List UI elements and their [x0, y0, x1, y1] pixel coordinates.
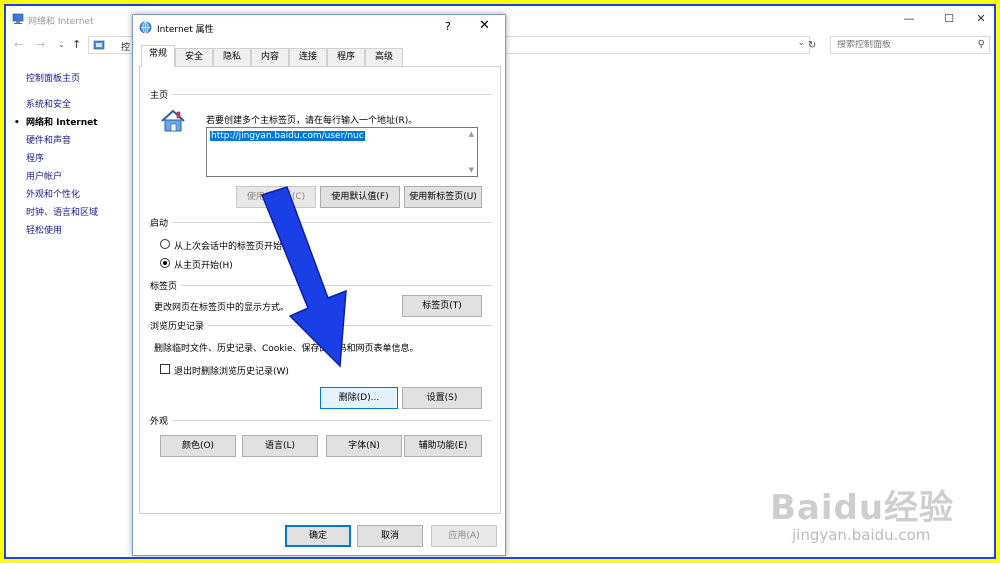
cancel-button[interactable]: 取消 — [357, 525, 423, 547]
address-text: 控 — [121, 43, 131, 53]
use-default-button[interactable]: 使用默认值(F) — [320, 186, 400, 208]
home-page-url-value: http://jingyan.baidu.com/user/nuc — [210, 131, 365, 141]
use-new-tab-button[interactable]: 使用新标签页(U) — [404, 186, 482, 208]
delete-history-on-exit-label[interactable]: 退出时删除浏览历史记录(W) — [174, 364, 289, 377]
dialog-title: Internet 属性 — [157, 25, 214, 35]
control-panel-icon — [93, 40, 105, 50]
history-section-label: 浏览历史记录 — [150, 319, 209, 332]
sidebar-item-ease-of-access[interactable]: 轻松使用 — [26, 222, 136, 240]
delete-history-on-exit-checkbox[interactable] — [160, 364, 170, 374]
tab-content[interactable]: 内容 — [251, 48, 289, 66]
startup-home-radio[interactable] — [160, 258, 170, 268]
sidebar-item-home[interactable]: 控制面板主页 — [26, 70, 136, 88]
apply-button[interactable]: 应用(A) — [431, 525, 497, 547]
screenshot-frame: 网络和 Internet — ☐ ✕ ← → ⌄ ↑ 控 ⌄ ↻ ⚲ — [0, 0, 1000, 563]
search-icon[interactable]: ⚲ — [978, 39, 985, 50]
baidu-watermark-logo: Baidu经验 — [770, 488, 955, 528]
startup-section-label: 启动 — [150, 216, 173, 229]
dialog-close-button[interactable]: ✕ — [479, 18, 490, 33]
tab-connections[interactable]: 连接 — [289, 48, 327, 66]
home-page-url-textarea[interactable]: http://jingyan.baidu.com/user/nuc ▲ ▼ — [206, 127, 478, 177]
sidebar-item-user-accounts[interactable]: 用户帐户 — [26, 168, 136, 186]
startup-last-session-label[interactable]: 从上次会话中的标签页开始(B) — [174, 239, 295, 252]
section-divider — [148, 94, 492, 95]
startup-home-label[interactable]: 从主页开始(H) — [174, 258, 233, 271]
home-house-icon — [161, 109, 185, 132]
home-section-label: 主页 — [150, 88, 173, 101]
sidebar-item-hardware-sound[interactable]: 硬件和声音 — [26, 132, 136, 150]
tabs-settings-button[interactable]: 标签页(T) — [402, 295, 482, 317]
history-description-text: 删除临时文件、历史记录、Cookie、保存的密码和网页表单信息。 — [154, 344, 419, 354]
home-instruction-text: 若要创建多个主标签页，请在每行输入一个地址(R)。 — [206, 116, 418, 126]
languages-button[interactable]: 语言(L) — [242, 435, 318, 457]
back-arrow-icon[interactable]: ← — [14, 38, 23, 51]
sidebar-item-programs[interactable]: 程序 — [26, 150, 136, 168]
address-dropdown-chevron-icon[interactable]: ⌄ — [797, 38, 805, 48]
ok-button[interactable]: 确定 — [285, 525, 351, 547]
appearance-section-label: 外观 — [150, 414, 173, 427]
dialog-footer: 确定 取消 应用(A) — [133, 519, 505, 555]
search-field[interactable]: ⚲ — [830, 36, 990, 54]
network-icon — [12, 13, 24, 24]
help-button[interactable]: ? — [445, 20, 451, 33]
maximize-button[interactable]: ☐ — [934, 10, 964, 28]
scroll-up-arrow-icon[interactable]: ▲ — [469, 130, 474, 138]
section-divider — [148, 285, 492, 286]
tab-privacy[interactable]: 隐私 — [213, 48, 251, 66]
refresh-icon[interactable]: ↻ — [808, 40, 816, 51]
tabs-section-label: 标签页 — [150, 279, 182, 292]
tab-advanced[interactable]: 高级 — [365, 48, 403, 66]
section-divider — [148, 222, 492, 223]
history-settings-button[interactable]: 设置(S) — [402, 387, 482, 409]
use-current-page-button[interactable]: 使用当前页(C) — [236, 186, 316, 208]
sidebar-item-clock-language[interactable]: 时钟、语言和区域 — [26, 204, 136, 222]
dialog-tabs: 常规 安全 隐私 内容 连接 程序 高级 — [139, 45, 499, 67]
window-title: 网络和 Internet — [28, 17, 94, 27]
scroll-down-arrow-icon[interactable]: ▼ — [469, 166, 474, 174]
sidebar-item-system-security[interactable]: 系统和安全 — [26, 96, 136, 114]
tab-general[interactable]: 常规 — [141, 45, 175, 67]
close-button[interactable]: ✕ — [966, 10, 994, 28]
general-tab-panel: 主页 若要创建多个主标签页，请在每行输入一个地址(R)。 http://jing… — [139, 66, 501, 514]
startup-last-session-radio[interactable] — [160, 239, 170, 249]
tab-security[interactable]: 安全 — [175, 48, 213, 66]
internet-properties-dialog: Internet 属性 ? ✕ 常规 安全 隐私 内容 连接 程序 高级 主页 — [132, 14, 506, 556]
baidu-watermark-url: jingyan.baidu.com — [792, 526, 931, 544]
forward-arrow-icon[interactable]: → — [36, 38, 45, 51]
up-arrow-icon[interactable]: ↑ — [72, 38, 81, 51]
delete-history-button[interactable]: 删除(D)... — [320, 387, 398, 409]
desktop-area: 网络和 Internet — ☐ ✕ ← → ⌄ ↑ 控 ⌄ ↻ ⚲ — [4, 4, 996, 559]
control-panel-sidebar: 控制面板主页 系统和安全 网络和 Internet 硬件和声音 程序 用户帐户 … — [14, 70, 136, 240]
colors-button[interactable]: 颜色(O) — [160, 435, 236, 457]
dialog-titlebar: Internet 属性 ? ✕ — [133, 15, 505, 39]
section-divider — [148, 420, 492, 421]
sidebar-item-appearance[interactable]: 外观和个性化 — [26, 186, 136, 204]
recent-locations-chevron-icon[interactable]: ⌄ — [58, 40, 65, 49]
tabs-description-text: 更改网页在标签页中的显示方式。 — [154, 303, 290, 313]
internet-globe-icon — [139, 21, 152, 34]
search-input[interactable] — [837, 40, 967, 50]
minimize-button[interactable]: — — [894, 10, 924, 28]
sidebar-item-network-internet[interactable]: 网络和 Internet — [14, 114, 136, 132]
fonts-button[interactable]: 字体(N) — [326, 435, 402, 457]
tab-programs[interactable]: 程序 — [327, 48, 365, 66]
accessibility-button[interactable]: 辅助功能(E) — [404, 435, 482, 457]
